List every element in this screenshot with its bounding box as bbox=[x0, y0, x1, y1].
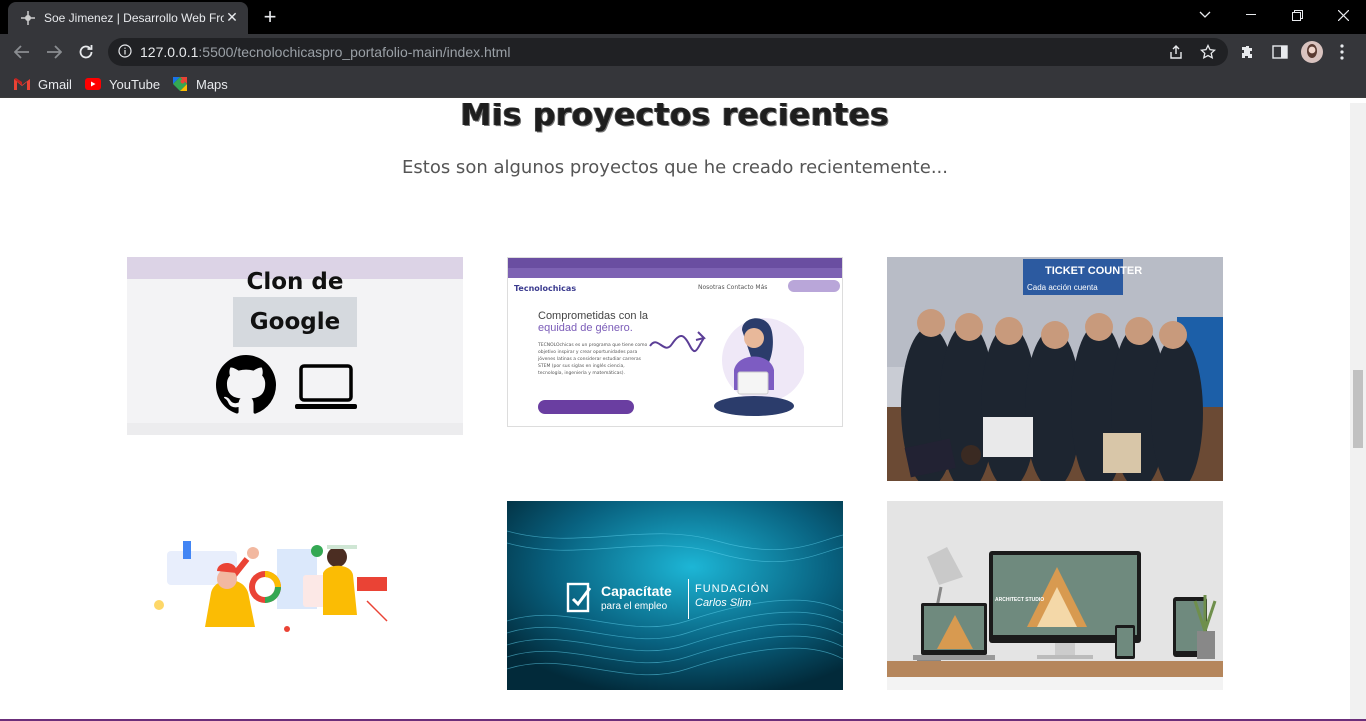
tab-title: Soe Jimenez | Desarrollo Web Fro bbox=[44, 11, 224, 25]
logo-divider bbox=[688, 579, 689, 619]
screenshot-cta-button bbox=[538, 400, 634, 414]
profile-avatar[interactable] bbox=[1298, 38, 1326, 66]
site-info-icon[interactable] bbox=[118, 43, 132, 62]
section-subtitle: Estos son algunos proyectos que he cread… bbox=[402, 157, 948, 178]
url-text: 127.0.0.1:5500/tecnolochicaspro_portafol… bbox=[140, 44, 511, 60]
bookmark-maps[interactable]: Maps bbox=[172, 75, 228, 93]
share-icon[interactable] bbox=[1162, 38, 1190, 66]
close-window-button[interactable] bbox=[1320, 0, 1366, 30]
side-panel-icon[interactable] bbox=[1266, 38, 1294, 66]
bookmark-label: YouTube bbox=[109, 76, 161, 92]
page-scrollbar[interactable] bbox=[1350, 103, 1366, 719]
screenshot-footer bbox=[127, 423, 463, 435]
capacitate-title: Capacítate bbox=[601, 583, 672, 599]
menu-kebab-icon[interactable] bbox=[1328, 38, 1356, 66]
screenshot-login-pill bbox=[788, 280, 840, 292]
girl-laptop-illustration bbox=[714, 318, 804, 416]
browser-tab[interactable]: Soe Jimenez | Desarrollo Web Fro ✕ bbox=[8, 2, 248, 34]
screenshot-menu: Nosotras Contacto Más bbox=[698, 284, 768, 291]
capacitate-subtitle: para el empleo bbox=[601, 601, 668, 612]
screenshot-paragraph: TECNOLOchicas es un programa que tiene c… bbox=[538, 343, 648, 376]
project-card-capacitate[interactable]: Capacítate para el empleo FUNDACIÓN Carl… bbox=[507, 501, 843, 690]
fundacion-name: Carlos Slim bbox=[695, 597, 752, 609]
new-tab-button[interactable]: + bbox=[258, 6, 282, 30]
screenshot-browser-bar bbox=[508, 258, 842, 268]
bookmark-youtube[interactable]: YouTube bbox=[85, 75, 160, 93]
squiggle-arrow-icon bbox=[649, 331, 706, 352]
address-bar[interactable]: 127.0.0.1:5500/tecnolochicaspro_portafol… bbox=[108, 38, 1228, 66]
page-viewport: Mis proyectos recientes Estos son alguno… bbox=[0, 103, 1350, 719]
laptop-icon[interactable] bbox=[295, 364, 357, 410]
gmail-icon bbox=[14, 78, 30, 90]
browser-toolbar: 127.0.0.1:5500/tecnolochicaspro_portafol… bbox=[0, 34, 1366, 70]
bookmark-label: Gmail bbox=[38, 76, 72, 92]
fundacion-label: FUNDACIÓN bbox=[695, 583, 770, 595]
team-illustration bbox=[154, 541, 388, 632]
tab-strip: Soe Jimenez | Desarrollo Web Fro ✕ + bbox=[0, 0, 1366, 34]
project-title-line1: Clon de bbox=[246, 269, 344, 295]
maps-icon bbox=[173, 77, 187, 91]
clipboard-icon bbox=[566, 582, 592, 613]
devices-mockup bbox=[887, 501, 1223, 690]
project-card-google-clone[interactable]: Clon de Google bbox=[127, 257, 463, 435]
minimize-button[interactable] bbox=[1228, 0, 1274, 30]
reload-icon[interactable] bbox=[72, 38, 100, 66]
github-icon[interactable] bbox=[215, 355, 277, 415]
extensions-icon[interactable] bbox=[1234, 38, 1262, 66]
tab-search-icon[interactable] bbox=[1182, 0, 1228, 30]
architect-studio-label: ARCHITECT STUDIO bbox=[995, 597, 1045, 603]
site-favicon-icon bbox=[20, 10, 36, 26]
restore-button[interactable] bbox=[1274, 0, 1320, 30]
project-card-tecnolochicas[interactable]: Tecnolochicas Nosotras Contacto Más Comp… bbox=[507, 257, 843, 427]
section-title: Mis proyectos recientes bbox=[460, 103, 890, 133]
project-title-line2: Google bbox=[233, 297, 357, 347]
ticket-counter-sign: TICKET COUNTER bbox=[1045, 265, 1143, 277]
screenshot-headline-accent: equidad de género. bbox=[538, 322, 633, 334]
screenshot-tabs-bar bbox=[508, 268, 842, 278]
ticket-counter-tagline: Cada acción cuenta bbox=[1027, 283, 1098, 292]
scrollbar-thumb[interactable] bbox=[1353, 370, 1363, 448]
youtube-icon bbox=[85, 78, 101, 90]
tecnolochicas-logo: Tecnolochicas bbox=[514, 284, 577, 293]
project-card-architect-studio[interactable]: ARCHITECT STUDIO bbox=[887, 501, 1223, 690]
bookmark-gmail[interactable]: Gmail bbox=[14, 75, 72, 93]
back-icon[interactable] bbox=[8, 38, 36, 66]
screenshot-headline: Comprometidas con la bbox=[538, 310, 649, 322]
project-card-illustration[interactable] bbox=[127, 501, 463, 691]
bookmarks-bar: Gmail YouTube Maps bbox=[0, 70, 1366, 98]
forward-icon[interactable] bbox=[40, 38, 68, 66]
bookmark-star-icon[interactable] bbox=[1194, 38, 1222, 66]
bookmark-label: Maps bbox=[196, 76, 228, 92]
tab-close-icon[interactable]: ✕ bbox=[224, 10, 240, 26]
wave-background bbox=[507, 501, 843, 690]
project-card-ticket-counter[interactable]: TICKET COUNTER Cada acción cuenta bbox=[887, 257, 1223, 481]
